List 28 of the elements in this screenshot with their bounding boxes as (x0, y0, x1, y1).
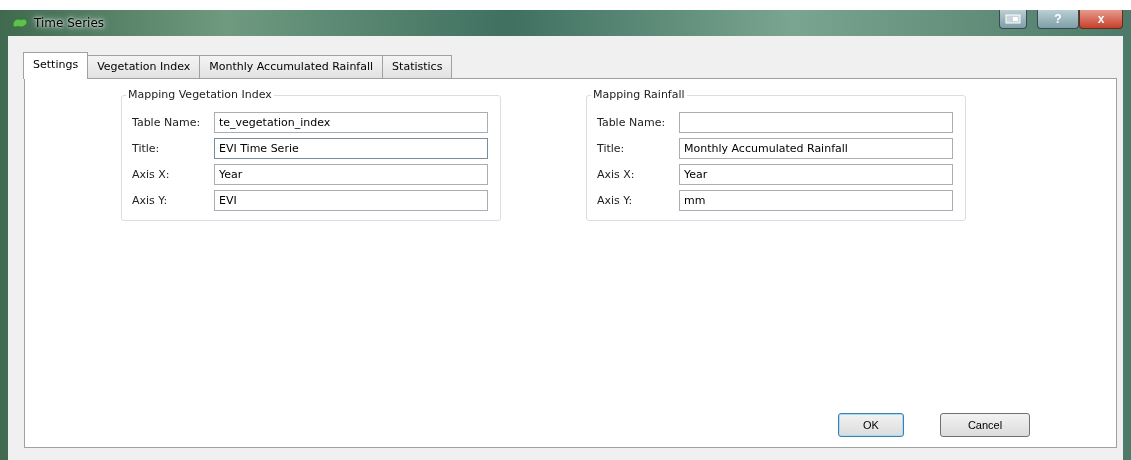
leaf-icon (12, 17, 28, 29)
window-icon (1005, 14, 1021, 24)
field-label: Axis X: (131, 168, 171, 181)
field-label: Table Name: (596, 116, 667, 129)
field-label: Axis Y: (131, 194, 169, 207)
group-title: Mapping Rainfall (591, 88, 687, 101)
tab[interactable]: Monthly Accumulated Rainfall (199, 55, 384, 78)
input-field[interactable]: Monthly Accumulated Rainfall (679, 138, 953, 159)
ok-button[interactable]: OK (838, 413, 904, 437)
field-label: Table Name: (131, 116, 202, 129)
input-field[interactable]: EVI (214, 190, 488, 211)
tab[interactable]: Settings (23, 52, 89, 79)
cancel-button[interactable]: Cancel (940, 413, 1030, 437)
input-field[interactable]: te_vegetation_index (214, 112, 488, 133)
input-field[interactable]: mm (679, 190, 953, 211)
tab[interactable]: Vegetation Index (87, 55, 201, 78)
input-field[interactable]: EVI Time Serie (214, 138, 488, 159)
field-label: Axis X: (596, 168, 636, 181)
field-label: Title: (596, 142, 626, 155)
tab[interactable]: Statistics (382, 55, 453, 78)
input-field[interactable]: Year (679, 164, 953, 185)
input-field[interactable]: Year (214, 164, 488, 185)
input-field[interactable] (679, 112, 953, 133)
restore-button[interactable] (999, 10, 1027, 29)
field-label: Axis Y: (596, 194, 634, 207)
window-title: Time Series (34, 16, 105, 30)
group-title: Mapping Vegetation Index (126, 88, 274, 101)
field-label: Title: (131, 142, 161, 155)
